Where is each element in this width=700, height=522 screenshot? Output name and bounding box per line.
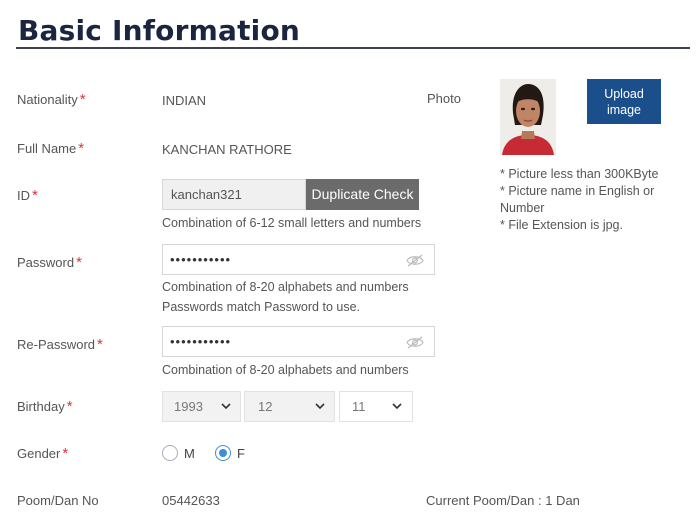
photo-note-extension: * File Extension is jpg. <box>500 218 623 232</box>
password-hint-2: Passwords match Password to use. <box>162 300 360 314</box>
full-name-value: KANCHAN RATHORE <box>162 142 292 157</box>
eye-off-icon[interactable] <box>406 336 424 349</box>
repassword-hint: Combination of 8-20 alphabets and number… <box>162 363 409 377</box>
eye-off-icon[interactable] <box>406 254 424 267</box>
birthday-month-value: 12 <box>258 399 273 414</box>
nationality-label: Nationality * <box>17 91 86 108</box>
birthday-year-value: 1993 <box>174 399 203 414</box>
full-name-label: Full Name * <box>17 140 85 157</box>
chevron-down-icon <box>221 403 231 410</box>
photo-note-name: * Picture name in English or Number <box>500 184 655 215</box>
required-mark: * <box>79 91 86 108</box>
gender-f-label[interactable]: F <box>237 446 245 461</box>
id-hint: Combination of 6-12 small letters and nu… <box>162 216 422 230</box>
birthday-day-value: 11 <box>352 399 366 414</box>
birthday-month-select[interactable]: 12 <box>244 391 335 422</box>
required-mark: * <box>62 445 69 462</box>
upload-image-label-1: Upload <box>604 87 644 101</box>
birthday-day-select[interactable]: 11 <box>339 391 413 422</box>
nationality-value: INDIAN <box>162 93 207 108</box>
id-label: ID * <box>17 187 38 204</box>
photo-label: Photo <box>427 91 461 106</box>
photo-note-size: * Picture less than 300KByte <box>500 167 659 181</box>
required-mark: * <box>66 398 73 415</box>
chevron-down-icon <box>392 403 402 410</box>
gender-f-radio[interactable] <box>215 445 231 461</box>
birthday-year-select[interactable]: 1993 <box>162 391 241 422</box>
repassword-label: Re-Password * <box>17 336 103 353</box>
gender-m-label[interactable]: M <box>184 446 195 461</box>
password-hint-1: Combination of 8-20 alphabets and number… <box>162 280 409 294</box>
poom-dan-value: 05442633 <box>162 493 220 508</box>
repassword-value: ••••••••••• <box>170 334 232 349</box>
title-divider <box>16 47 690 49</box>
birthday-label: Birthday * <box>17 398 73 415</box>
current-poom-dan: Current Poom/Dan : 1 Dan <box>426 493 580 508</box>
required-mark: * <box>97 336 103 353</box>
page-title: Basic Information <box>18 14 301 47</box>
duplicate-check-button[interactable]: Duplicate Check <box>306 179 419 210</box>
id-input[interactable]: kanchan321 <box>162 179 306 210</box>
password-input[interactable]: ••••••••••• <box>162 244 435 275</box>
poom-dan-label: Poom/Dan No <box>17 493 99 508</box>
password-label: Password * <box>17 254 82 271</box>
repassword-input[interactable]: ••••••••••• <box>162 326 435 357</box>
chevron-down-icon <box>315 403 325 410</box>
password-value: ••••••••••• <box>170 252 232 267</box>
upload-image-label-2: image <box>606 103 642 117</box>
upload-image-button[interactable]: Upload image <box>587 79 661 124</box>
profile-photo <box>500 79 556 155</box>
gender-label: Gender * <box>17 445 69 462</box>
required-mark: * <box>78 140 85 157</box>
gender-m-radio[interactable] <box>162 445 178 461</box>
required-mark: * <box>76 254 82 271</box>
required-mark: * <box>32 187 38 204</box>
